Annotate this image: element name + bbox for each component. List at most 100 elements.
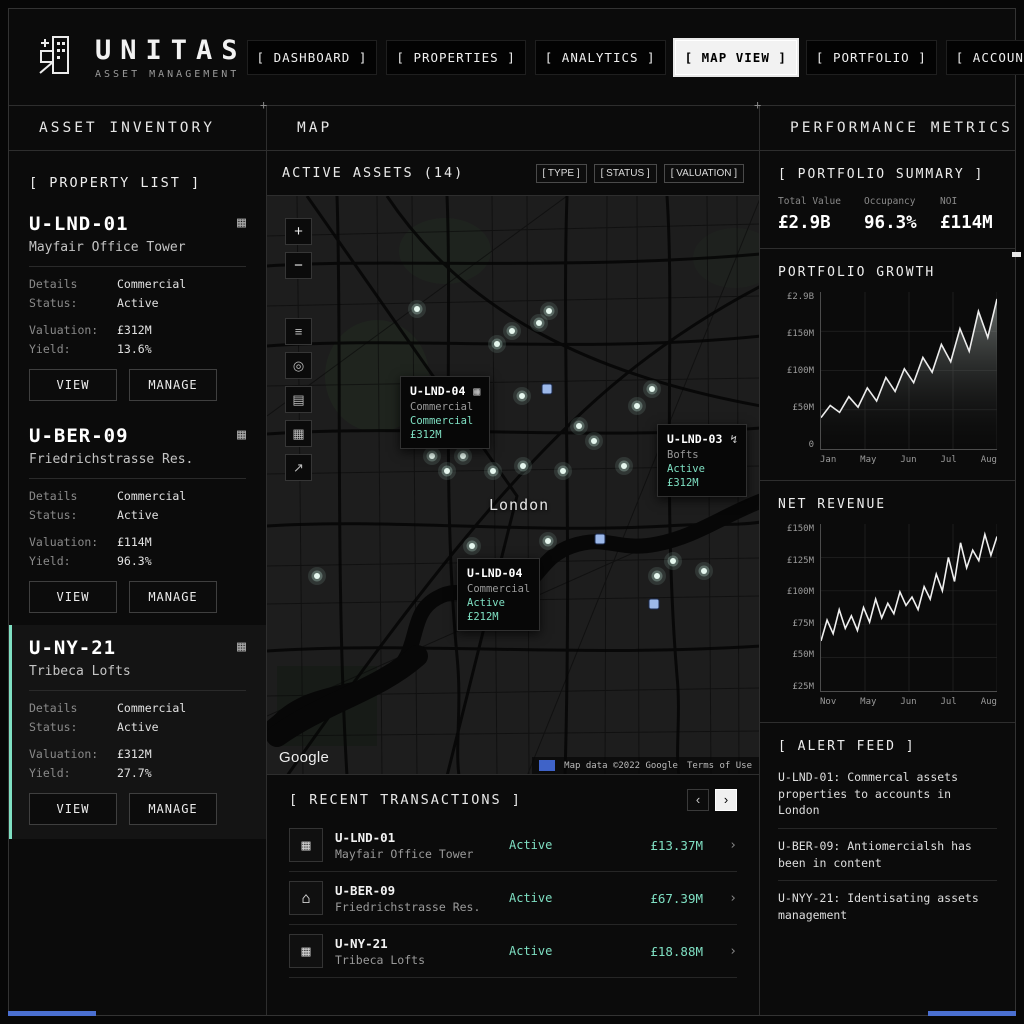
- details-value: Commercial: [117, 701, 186, 715]
- net-revenue-panel: NET REVENUE £150M£125M£100M£75M£50M£25M …: [760, 481, 1015, 723]
- yield-value: 96.3%: [117, 554, 152, 568]
- map-tooltip[interactable]: U-LND-04▦ Commercial Commercial £312M: [400, 376, 490, 449]
- prev-page-button[interactable]: ‹: [687, 789, 709, 811]
- map-tooltip[interactable]: U-LND-03↯ Bofts Active £312M: [657, 424, 747, 497]
- property-name: Friedrichstrasse Res.: [29, 452, 246, 479]
- tooltip-line2: Commercial: [410, 415, 480, 427]
- filters-icon[interactable]: ≡: [285, 318, 312, 345]
- chart-title: PORTFOLIO GROWTH: [778, 265, 997, 280]
- next-page-button[interactable]: ›: [715, 789, 737, 811]
- details-label: Details: [29, 701, 117, 715]
- nav-portfolio[interactable]: [ PORTFOLIO ]: [806, 40, 937, 75]
- tooltip-value: £312M: [410, 429, 480, 441]
- property-card[interactable]: U-LND-01 ▦ Mayfair Office Tower DetailsC…: [29, 213, 246, 401]
- manage-button[interactable]: MANAGE: [129, 793, 217, 825]
- y-axis-labels: £2.9B£150M£100M£50M0: [778, 292, 820, 450]
- zoom-out-button[interactable]: −: [285, 252, 312, 279]
- transaction-row[interactable]: ▦ U-NY-21 Tribeca Lofts Active £18.88M ›: [289, 925, 737, 978]
- brand: UNITAS ASSET MANAGEMENT: [35, 32, 247, 82]
- filter-type[interactable]: [ TYPE ]: [536, 164, 587, 183]
- x-axis-labels: NovMayJunJulAug: [820, 697, 997, 707]
- nav-analytics[interactable]: [ ANALYTICS ]: [535, 40, 666, 75]
- alert-feed-title: [ ALERT FEED ]: [778, 739, 997, 754]
- scroll-tick: [1012, 252, 1021, 257]
- portfolio-summary-panel: [ PORTFOLIO SUMMARY ] Total Value £2.9B …: [760, 151, 1015, 249]
- nav-account[interactable]: [ ACCOUNT ]: [946, 40, 1024, 75]
- locate-icon[interactable]: ◎: [285, 352, 312, 379]
- status-value: Active: [117, 508, 159, 522]
- alert-item: U-LND-01: Commercal assets properties to…: [778, 760, 997, 829]
- tooltip-line1: Commercial: [467, 583, 530, 595]
- transaction-id: U-LND-01: [335, 830, 497, 845]
- building-icon: ⌂: [289, 881, 323, 915]
- status-label: Status:: [29, 720, 117, 734]
- filter-valuation[interactable]: [ VALUATION ]: [664, 164, 744, 183]
- manage-button[interactable]: MANAGE: [129, 369, 217, 401]
- zoom-in-button[interactable]: +: [285, 218, 312, 245]
- status-label: Status:: [29, 508, 117, 522]
- building-icon: ▦: [237, 637, 246, 655]
- metric-label: NOI: [940, 196, 997, 207]
- valuation-value: £312M: [117, 323, 152, 337]
- basemap-icon[interactable]: ▤: [285, 386, 312, 413]
- pan-icon[interactable]: ↗: [285, 454, 312, 481]
- attribution-badge: [539, 760, 555, 771]
- map-data-credit: Map data ©2022 Google: [564, 761, 678, 771]
- metric-label: Occupancy: [864, 196, 940, 207]
- chevron-right-icon[interactable]: ›: [715, 944, 737, 959]
- layers-icon[interactable]: ▦: [285, 420, 312, 447]
- google-logo: Google: [279, 749, 329, 766]
- building-icon: ▦: [237, 213, 246, 231]
- status-value: Active: [117, 720, 159, 734]
- details-label: Details: [29, 489, 117, 503]
- terms-link[interactable]: Terms of Use: [687, 761, 752, 771]
- transaction-amount: £13.37M: [607, 838, 703, 853]
- transaction-row[interactable]: ⌂ U-BER-09 Friedrichstrasse Res. Active …: [289, 872, 737, 925]
- nav-properties[interactable]: [ PROPERTIES ]: [386, 40, 525, 75]
- tooltip-value: £212M: [467, 611, 530, 623]
- portfolio-growth-chart: [820, 292, 997, 450]
- details-value: Commercial: [117, 489, 186, 503]
- x-axis-labels: JanMayJunJulAug: [820, 455, 997, 465]
- chart-title: NET REVENUE: [778, 497, 997, 512]
- performance-column: [ PORTFOLIO SUMMARY ] Total Value £2.9B …: [760, 151, 1015, 1015]
- nav-dashboard[interactable]: [ DASHBOARD ]: [247, 40, 378, 75]
- asset-inventory-column: [ PROPERTY LIST ] U-LND-01 ▦ Mayfair Off…: [9, 151, 266, 1015]
- valuation-label: Valuation:: [29, 747, 117, 761]
- tooltip-id: U-LND-04: [410, 384, 465, 398]
- building-icon: ▦: [237, 425, 246, 443]
- valuation-label: Valuation:: [29, 535, 117, 549]
- chevron-right-icon[interactable]: ›: [715, 838, 737, 853]
- status-label: Status:: [29, 296, 117, 310]
- brand-name: UNITAS: [95, 35, 247, 66]
- left-section-header: ASSET INVENTORY: [9, 106, 266, 151]
- manage-button[interactable]: MANAGE: [129, 581, 217, 613]
- view-button[interactable]: VIEW: [29, 581, 117, 613]
- tooltip-id: U-LND-04: [467, 566, 522, 580]
- transaction-name: Tribeca Lofts: [335, 953, 497, 967]
- yield-label: Yield:: [29, 766, 117, 780]
- yield-value: 13.6%: [117, 342, 152, 356]
- transaction-row[interactable]: ▦ U-LND-01 Mayfair Office Tower Active £…: [289, 819, 737, 872]
- tooltip-id: U-LND-03: [667, 432, 722, 446]
- property-card-selected[interactable]: U-NY-21 ▦ Tribeca Lofts DetailsCommercia…: [9, 625, 266, 839]
- tooltip-building-icon: ▦: [473, 384, 480, 398]
- map-canvas[interactable]: London + − ≡ ◎ ▤ ▦ ↗ U-LND-04▦ Commercia…: [267, 195, 759, 775]
- main-nav: [ DASHBOARD ] [ PROPERTIES ] [ ANALYTICS…: [247, 40, 1024, 75]
- transaction-status: Active: [509, 891, 595, 905]
- alert-feed-panel: [ ALERT FEED ] U-LND-01: Commercal asset…: [760, 723, 1015, 948]
- filter-status[interactable]: [ STATUS ]: [594, 164, 657, 183]
- metric-label: Total Value: [778, 196, 864, 207]
- map-controls: + − ≡ ◎ ▤ ▦ ↗: [285, 218, 312, 481]
- summary-title: [ PORTFOLIO SUMMARY ]: [778, 167, 997, 182]
- view-button[interactable]: VIEW: [29, 793, 117, 825]
- valuation-value: £312M: [117, 747, 152, 761]
- map-tooltip[interactable]: U-LND-04 Commercial Active £212M: [457, 558, 540, 631]
- chevron-right-icon[interactable]: ›: [715, 891, 737, 906]
- view-button[interactable]: VIEW: [29, 369, 117, 401]
- nav-map-view[interactable]: [ MAP VIEW ]: [675, 40, 797, 75]
- property-id: U-LND-01: [29, 213, 129, 235]
- property-name: Mayfair Office Tower: [29, 240, 246, 267]
- property-card[interactable]: U-BER-09 ▦ Friedrichstrasse Res. Details…: [29, 425, 246, 613]
- app-frame: UNITAS ASSET MANAGEMENT [ DASHBOARD ] [ …: [8, 8, 1016, 1016]
